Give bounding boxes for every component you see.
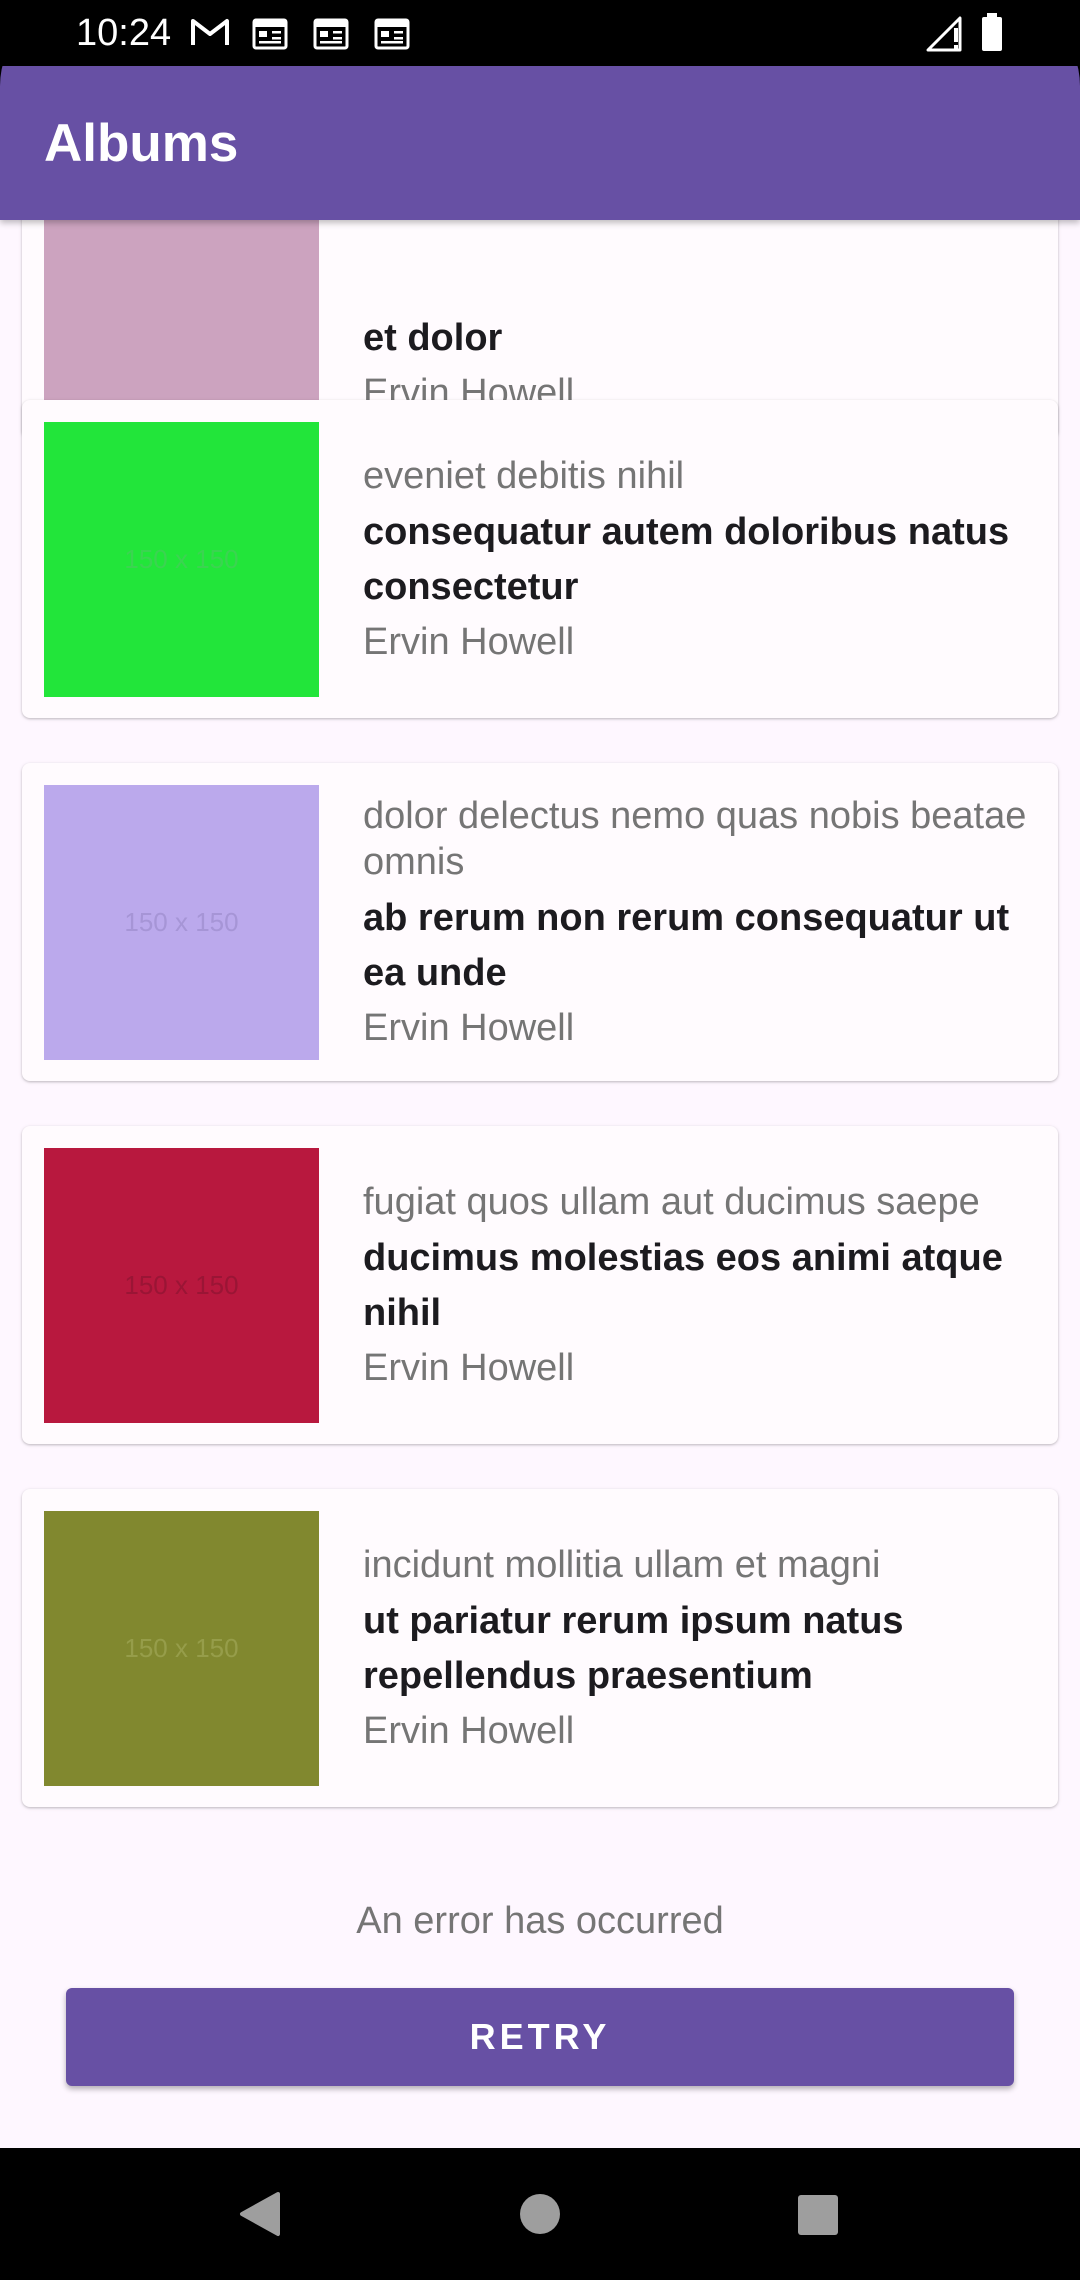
album-card[interactable]: 150 x 150 fugiat quos ullam aut ducimus … [22,1126,1058,1444]
phone-screen: 10:24 Albums et dolor Ervin Howell 150 x… [0,0,1080,2280]
recents-icon[interactable] [797,2194,839,2236]
album-title: ducimus molestias eos animi atque nihil [363,1237,1003,1334]
album-subtitle: dolor delectus nemo quas nobis beatae om… [363,795,1027,883]
calendar-icon [252,18,288,50]
back-icon[interactable] [236,2190,282,2238]
album-user: Ervin Howell [363,1007,575,1049]
app-bar: Albums [0,66,1080,220]
album-title: et dolor [363,317,503,359]
album-subtitle: incidunt mollitia ullam et magni [363,1544,881,1586]
album-user: Ervin Howell [363,1347,575,1389]
status-time: 10:24 [76,12,172,54]
album-title: ab rerum non rerum consequatur ut ea und… [363,897,1010,994]
retry-button[interactable]: RETRY [66,1988,1014,2086]
album-card[interactable]: 150 x 150 incidunt mollitia ullam et mag… [22,1489,1058,1807]
album-user: Ervin Howell [363,1710,575,1752]
signal-icon [926,16,962,52]
album-thumbnail [44,220,319,417]
album-thumbnail: 150 x 150 [44,785,319,1060]
album-list[interactable]: et dolor Ervin Howell 150 x 150 eveniet … [0,220,1080,2148]
album-title: consequatur autem doloribus natus consec… [363,511,1010,608]
battery-icon [982,13,1002,51]
calendar-icon [374,18,410,50]
album-subtitle: fugiat quos ullam aut ducimus saepe [363,1181,980,1223]
thumbnail-label: 150 x 150 [124,1633,239,1663]
album-card[interactable]: 150 x 150 eveniet debitis nihil consequa… [22,400,1058,718]
album-thumbnail: 150 x 150 [44,1511,319,1786]
calendar-icon [313,18,349,50]
status-bar: 10:24 [0,0,1080,66]
error-message: An error has occurred [356,1900,724,1942]
home-icon[interactable] [518,2192,562,2236]
thumbnail-label: 150 x 150 [124,1270,239,1300]
album-thumbnail: 150 x 150 [44,1148,319,1423]
page-title: Albums [44,114,239,173]
album-subtitle: eveniet debitis nihil [363,455,685,497]
album-title: ut pariatur rerum ipsum natus repellendu… [363,1600,904,1697]
album-card[interactable]: 150 x 150 dolor delectus nemo quas nobis… [22,763,1058,1081]
album-user: Ervin Howell [363,621,575,663]
thumbnail-label: 150 x 150 [124,544,239,574]
album-thumbnail: 150 x 150 [44,422,319,697]
gmail-icon [191,19,229,45]
navigation-bar [0,2148,1080,2280]
thumbnail-label: 150 x 150 [124,907,239,937]
